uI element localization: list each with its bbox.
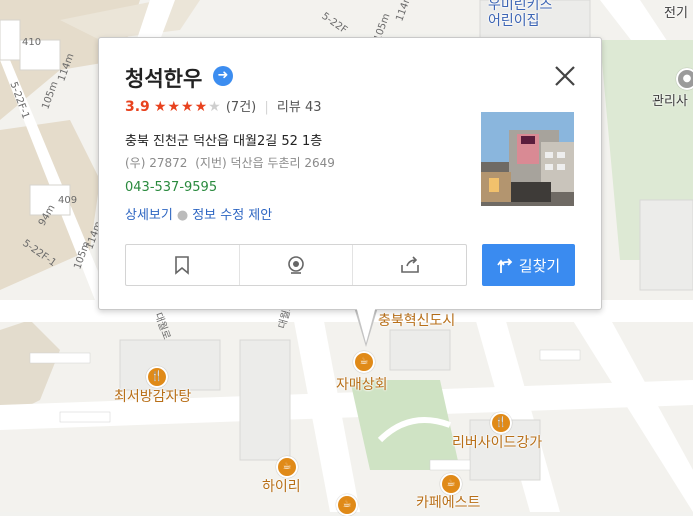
close-icon[interactable] bbox=[551, 62, 579, 90]
postal-code: (우) 27872 bbox=[125, 156, 188, 170]
review-link[interactable]: 리뷰 43 bbox=[277, 100, 322, 115]
building-number-409: 409 bbox=[58, 195, 78, 206]
star-rating: ★★★★★ bbox=[153, 99, 222, 115]
building-number-410: 410 bbox=[22, 37, 42, 48]
restaurant-poi-icon[interactable]: 🍴 bbox=[146, 366, 168, 388]
map-label-chungbuk[interactable]: 충북혁신도시 bbox=[378, 310, 455, 330]
route-label: 길찾기 bbox=[518, 256, 561, 275]
management-poi-icon[interactable]: ● bbox=[676, 68, 693, 90]
divider: | bbox=[264, 100, 269, 115]
dot-separator: ● bbox=[176, 208, 189, 223]
bookmark-icon bbox=[175, 256, 190, 275]
share-icon bbox=[400, 256, 419, 273]
map-label-hairi[interactable]: 하이리 bbox=[262, 476, 301, 496]
place-info-card: 청석한우 ➜ 3.9 ★★★★★ (7건) | 리뷰 43 충북 진천군 덕산읍… bbox=[98, 37, 602, 310]
roadview-camera-icon bbox=[288, 256, 304, 274]
edit-suggest-link[interactable]: 정보 수정 제안 bbox=[192, 208, 272, 223]
road-address: 충북 진천군 덕산읍 대월2길 52 1층 bbox=[125, 134, 323, 149]
map-label-choeseobang[interactable]: 최서방감자탕 bbox=[114, 386, 191, 406]
map-label-kindergarten[interactable]: 어린이집 bbox=[488, 10, 540, 30]
cafe-poi-icon[interactable]: ☕ bbox=[336, 494, 358, 516]
arrow-right-circle-icon[interactable]: ➜ bbox=[213, 66, 233, 86]
phone-number[interactable]: 043-537-9595 bbox=[125, 180, 217, 195]
restaurant-poi-icon[interactable]: 🍴 bbox=[490, 412, 512, 434]
card-pointer-inner bbox=[356, 306, 376, 343]
place-photo[interactable] bbox=[481, 112, 574, 206]
sub-address-row: (우) 27872 (지번) 덕산읍 두촌리 2649 bbox=[125, 154, 335, 171]
detail-link[interactable]: 상세보기 bbox=[125, 208, 173, 223]
place-title[interactable]: 청석한우 bbox=[125, 63, 202, 93]
rating-count: (7건) bbox=[225, 100, 257, 115]
link-row: 상세보기 ● 정보 수정 제안 bbox=[125, 204, 272, 223]
cafe-poi-icon[interactable]: ☕ bbox=[353, 351, 375, 373]
map-label-cafe[interactable]: 카페에스트 bbox=[416, 492, 480, 512]
rating-row: 3.9 ★★★★★ (7건) | 리뷰 43 bbox=[125, 96, 322, 115]
save-button[interactable] bbox=[126, 245, 240, 285]
roadview-button[interactable] bbox=[240, 245, 354, 285]
jibun-address: (지번) 덕산읍 두촌리 2649 bbox=[195, 156, 335, 170]
map-label-riverside[interactable]: 리버사이드강가 bbox=[452, 432, 542, 452]
cafe-poi-icon[interactable]: ☕ bbox=[276, 456, 298, 478]
action-button-group bbox=[125, 244, 467, 286]
map-label-jeongi[interactable]: 전기 bbox=[664, 2, 688, 21]
route-button[interactable]: 길찾기 bbox=[482, 244, 575, 286]
map-label-management[interactable]: 관리사 bbox=[652, 90, 688, 109]
rating-score: 3.9 bbox=[125, 99, 150, 115]
route-arrow-icon bbox=[497, 258, 513, 273]
map-label-jamae[interactable]: 자매상회 bbox=[336, 374, 388, 394]
share-button[interactable] bbox=[353, 245, 466, 285]
